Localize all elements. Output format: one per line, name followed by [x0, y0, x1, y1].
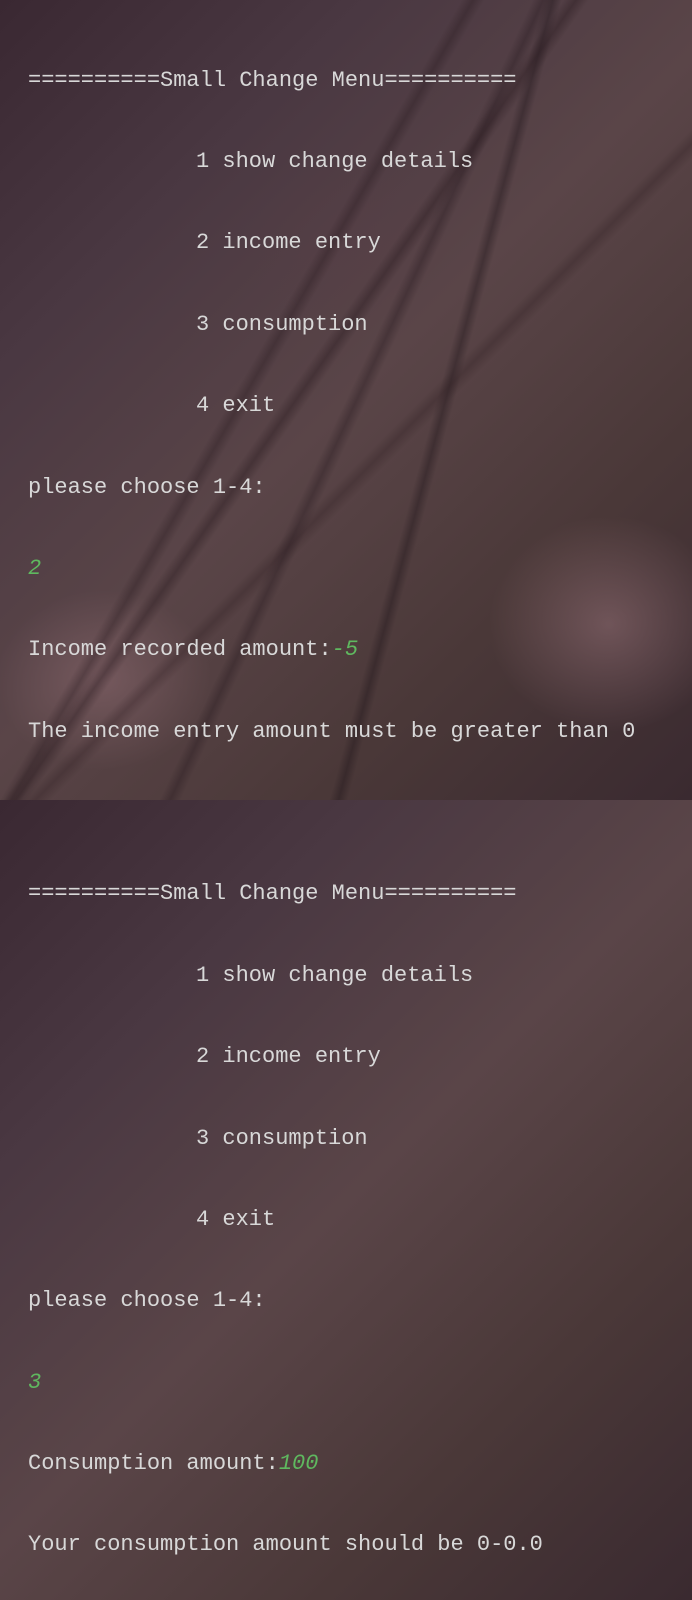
menu-option-3: 3 consumption — [28, 305, 664, 346]
menu-option-1: 1 show change details — [28, 142, 664, 183]
menu-option-3b: 3 consumption — [28, 1119, 664, 1160]
income-error: The income entry amount must be greater … — [28, 712, 664, 753]
income-prompt: Income recorded amount: — [28, 637, 332, 662]
consumption-input[interactable]: 100 — [279, 1451, 319, 1476]
user-input-choice[interactable]: 2 — [28, 549, 664, 590]
menu-option-1b: 1 show change details — [28, 956, 664, 997]
income-input[interactable]: -5 — [332, 637, 358, 662]
income-line: Income recorded amount:-5 — [28, 630, 664, 671]
menu-header: ==========Small Change Menu========== — [28, 61, 664, 102]
terminal-output: ==========Small Change Menu========== 1 … — [28, 20, 664, 1600]
menu-option-4: 4 exit — [28, 386, 664, 427]
menu-option-2: 2 income entry — [28, 223, 664, 264]
blank-line — [28, 793, 664, 834]
consumption-error: Your consumption amount should be 0-0.0 — [28, 1525, 664, 1566]
consumption-prompt: Consumption amount: — [28, 1451, 279, 1476]
menu-option-2b: 2 income entry — [28, 1037, 664, 1078]
menu-option-4b: 4 exit — [28, 1200, 664, 1241]
choose-prompt: please choose 1-4: — [28, 468, 664, 509]
user-input-choice-2[interactable]: 3 — [28, 1363, 664, 1404]
choose-prompt-2: please choose 1-4: — [28, 1281, 664, 1322]
menu-header-2: ==========Small Change Menu========== — [28, 874, 664, 915]
consumption-line: Consumption amount:100 — [28, 1444, 664, 1485]
